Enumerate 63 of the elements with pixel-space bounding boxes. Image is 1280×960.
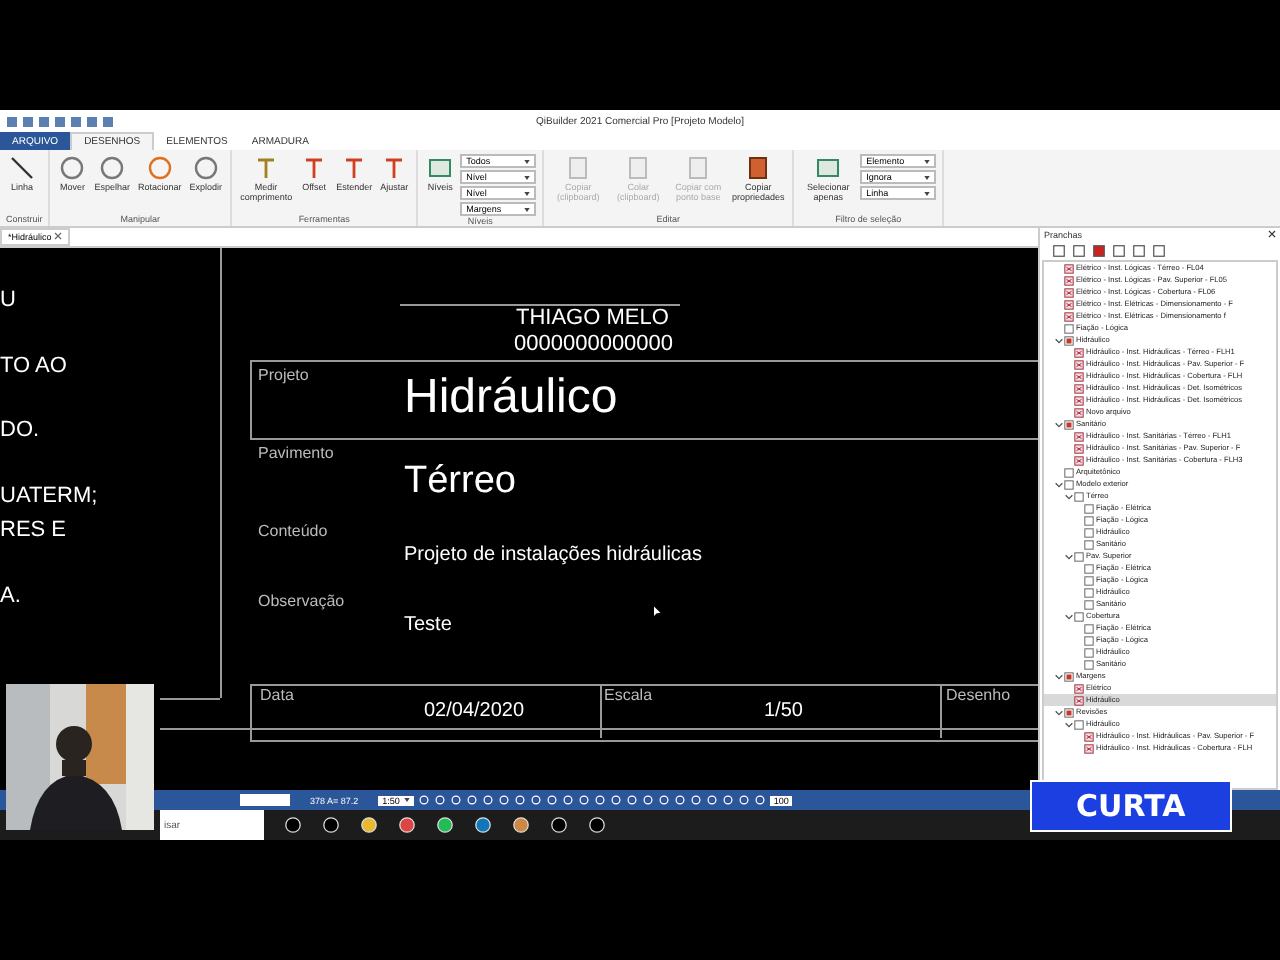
chevron-icon[interactable]: [1054, 479, 1064, 489]
taskbar-icon[interactable]: [322, 816, 340, 834]
field-value: 02/04/2020: [424, 700, 525, 722]
command-field[interactable]: [240, 794, 290, 806]
drawing-canvas[interactable]: U TO AO DO. UATERM; RES E A. THIAGO MELO 0000000000000 Projeto Hidráulico Pavimento Térreo Conteúdo Projeto de instalações hidráulicas Observação Teste Data 02/04/2020 Escala 1/50 Desenho: [0, 248, 1038, 790]
field-value: Teste: [404, 614, 452, 636]
field-value: Hidráulico: [404, 370, 618, 426]
drawing-text: UATERM;: [0, 484, 98, 508]
chevron-icon[interactable]: [1064, 611, 1074, 621]
close-icon[interactable]: [1268, 230, 1276, 238]
close-icon[interactable]: [54, 232, 63, 240]
taskbar-icon[interactable]: [398, 816, 416, 834]
field-label: Data: [260, 686, 294, 704]
chevron-icon[interactable]: [1064, 719, 1074, 729]
tool-icon: [98, 154, 127, 182]
taskbar-icon[interactable]: [474, 816, 492, 834]
author-name: THIAGO MELO: [516, 306, 669, 330]
folder-icon: [1064, 671, 1074, 681]
drawing-text: U: [0, 288, 16, 312]
field-label: Desenho: [946, 686, 1011, 704]
caret-icon: [924, 191, 931, 195]
field-label: Projeto: [258, 366, 309, 384]
caret-icon: [524, 191, 531, 195]
folder-icon: [1064, 419, 1074, 429]
tool-icon: [814, 154, 843, 182]
drawing-text: TO AO: [0, 354, 67, 378]
drawing-text: RES E: [0, 518, 67, 542]
chevron-icon[interactable]: [1054, 671, 1064, 681]
field-label: Pavimento: [258, 444, 334, 462]
tool-icon: [58, 154, 87, 182]
caret-icon: [524, 207, 531, 211]
tool-icon: [426, 154, 455, 182]
drawing-text: DO.: [0, 418, 40, 442]
field-label: Conteúdo: [258, 522, 328, 540]
taskbar-icon[interactable]: [436, 816, 454, 834]
chevron-icon[interactable]: [1054, 419, 1064, 429]
drawing-text: A.: [0, 584, 21, 608]
taskbar-icon[interactable]: [512, 816, 530, 834]
taskbar-icon[interactable]: [550, 816, 568, 834]
badge: CURTA: [1030, 780, 1232, 832]
chevron-icon[interactable]: [1064, 491, 1074, 501]
caret-icon: [524, 175, 531, 179]
chevron-icon[interactable]: [1064, 551, 1074, 561]
chevron-icon[interactable]: [1054, 335, 1064, 345]
tool-icon: [744, 154, 773, 182]
taskbar-icon[interactable]: [360, 816, 378, 834]
author-code: 0000000000000: [514, 332, 674, 356]
field-label: Escala: [604, 686, 653, 704]
field-label: Observação: [258, 592, 345, 610]
taskbar-icon[interactable]: [284, 816, 302, 834]
field-value: 1/50: [764, 700, 803, 722]
field-value: Térreo: [404, 460, 516, 504]
cursor-icon: [654, 606, 662, 618]
field-value: Projeto de instalações hidráulicas: [404, 544, 702, 566]
taskbar-icon[interactable]: [588, 816, 606, 834]
tool-icon: [145, 154, 174, 182]
chevron-icon[interactable]: [1054, 707, 1064, 717]
caret-icon: [524, 159, 531, 163]
caret-icon: [924, 175, 931, 179]
caret-icon: [924, 159, 931, 163]
caret-icon: [403, 798, 410, 802]
tool-icon: [191, 154, 220, 182]
tool-icon: [8, 154, 36, 182]
